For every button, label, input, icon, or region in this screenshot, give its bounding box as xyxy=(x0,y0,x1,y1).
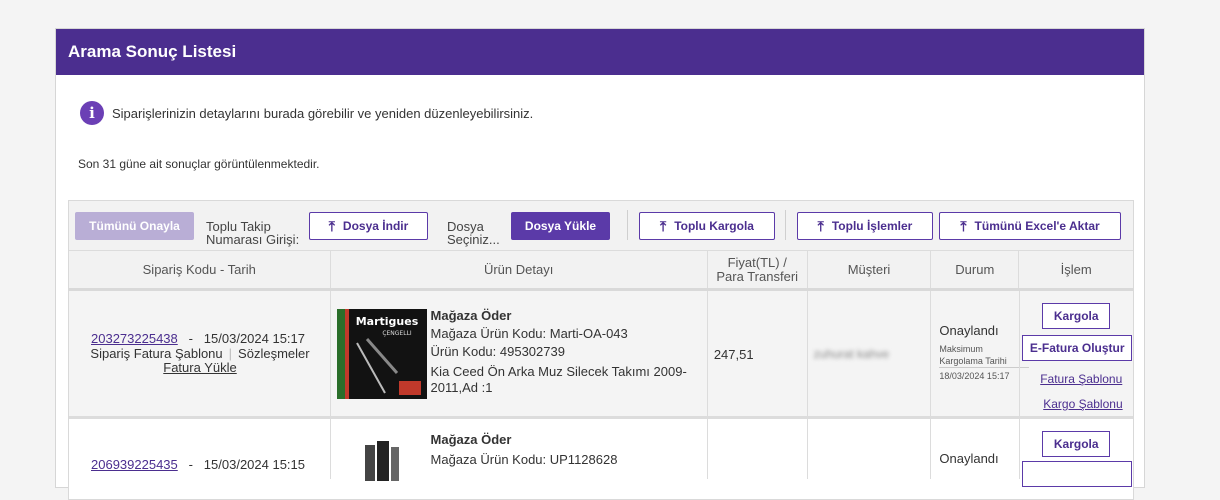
column-action: İşlem xyxy=(1060,261,1092,277)
orders-table: Tümünü Onayla Toplu Takip Numarası Giriş… xyxy=(68,200,1134,500)
search-results-panel: Arama Sonuç Listesi i Siparişlerinizin d… xyxy=(55,28,1145,500)
upload-arrow-icon: ⤒ xyxy=(660,217,667,234)
max-cargo-label-line1: Maksimum xyxy=(939,344,983,354)
product-cell: Martigues ÇENGELLI Mağaza Öder Mağaza Ür… xyxy=(331,291,708,416)
upload-invoice-link[interactable]: Fatura Yükle xyxy=(163,360,236,375)
file-select-line2: Seçiniz... xyxy=(447,232,500,247)
download-file-button[interactable]: ⤒ Dosya İndir xyxy=(309,212,428,240)
action-cell: Kargola xyxy=(1019,419,1133,487)
product-name-line1: Kia Ceed Ön Arka Muz Silecek Takımı 2009… xyxy=(430,364,687,379)
upload-invoice-wrap: Fatura Yükle xyxy=(69,361,331,375)
download-file-label: Dosya İndir xyxy=(342,219,409,233)
price-cell xyxy=(708,419,808,479)
info-text: Siparişlerinizin detaylarını burada göre… xyxy=(112,105,534,121)
product-bottle-icon xyxy=(350,437,411,481)
column-product: Ürün Detayı xyxy=(331,251,708,288)
invoice-template-link[interactable]: Sipariş Fatura Şablonu xyxy=(90,346,222,361)
date-range-note: Son 31 güne ait sonuçlar görüntülenmekte… xyxy=(78,157,320,171)
status-cell: Onaylandı Maksimum Kargolama Tarihi 18/0… xyxy=(931,291,1030,416)
separator: - xyxy=(181,331,201,346)
divider: | xyxy=(228,346,233,361)
max-cargo-date: 18/03/2024 15:17 xyxy=(939,371,1010,381)
order-cell: 203273225438 - 15/03/2024 15:17 Sipariş … xyxy=(69,291,331,416)
cargo-template-link[interactable]: Kargo Şablonu xyxy=(1043,397,1122,411)
separator: - xyxy=(181,457,201,472)
order-code-date: 203273225438 - 15/03/2024 15:17 xyxy=(91,331,305,346)
toolbar-divider xyxy=(627,210,628,240)
e-invoice-button[interactable] xyxy=(1022,461,1133,487)
product-details: Mağaza Öder Mağaza Ürün Kodu: Marti-OA-0… xyxy=(431,307,687,395)
store-product-code: Mağaza Ürün Kodu: Marti-OA-043 xyxy=(430,326,628,341)
product-code: Ürün Kodu: 495302739 xyxy=(430,344,565,359)
info-message: i Siparişlerinizin detaylarını burada gö… xyxy=(80,101,533,125)
order-date: 15/03/2024 15:15 xyxy=(203,457,306,472)
table-row: 203273225438 - 15/03/2024 15:17 Sipariş … xyxy=(69,291,1133,419)
column-customer: Müşteri xyxy=(808,251,932,288)
file-select-label[interactable]: Dosya Seçiniz... xyxy=(447,220,500,246)
action-cell: Kargola E-Fatura Oluştur Fatura Şablonu … xyxy=(1019,291,1133,416)
cargo-button[interactable]: Kargola xyxy=(1042,431,1111,457)
price-value: 247,51 xyxy=(713,347,754,362)
upload-arrow-icon: ⤒ xyxy=(817,217,824,234)
bulk-tracking-label-line2: Numarası Girişi: xyxy=(206,232,300,247)
table-toolbar: Tümünü Onayla Toplu Takip Numarası Giriş… xyxy=(69,201,1133,251)
product-cell: Mağaza Öder Mağaza Ürün Kodu: UP1128628 xyxy=(331,419,708,481)
table-row: 206939225435 - 15/03/2024 15:15 Mağaza Ö… xyxy=(69,419,1133,487)
payer: Mağaza Öder xyxy=(430,308,512,323)
info-icon: i xyxy=(80,101,104,125)
thumb-brand: Martigues xyxy=(355,315,418,328)
order-code-link[interactable]: 203273225438 xyxy=(91,331,178,346)
bulk-cargo-button[interactable]: ⤒ Toplu Kargola xyxy=(639,212,775,240)
column-price: Fiyat(TL) / Para Transferi xyxy=(708,251,808,288)
price-cell: 247,51 xyxy=(708,291,808,416)
e-invoice-button[interactable]: E-Fatura Oluştur xyxy=(1022,335,1133,361)
customer-name: zuhurat kahve xyxy=(813,347,890,361)
wiper-product-icon: Martigues ÇENGELLI xyxy=(336,309,427,399)
bulk-actions-label: Toplu İşlemler xyxy=(831,219,913,233)
status-cell: Onaylandı xyxy=(931,419,1019,479)
status-text: Onaylandı xyxy=(939,323,999,338)
product-image: Martigues ÇENGELLI xyxy=(336,309,427,399)
order-code-date: 206939225435 - 15/03/2024 15:15 xyxy=(91,457,305,472)
order-code-link[interactable]: 206939225435 xyxy=(91,457,178,472)
approve-all-button[interactable]: Tümünü Onayla xyxy=(75,212,194,240)
status-text: Onaylandı xyxy=(939,451,999,466)
upload-file-button[interactable]: Dosya Yükle xyxy=(511,212,610,240)
max-cargo-label-line2: Kargolama Tarihi xyxy=(939,355,1030,368)
contracts-link[interactable]: Sözleşmeler xyxy=(238,346,310,361)
bulk-cargo-label: Toplu Kargola xyxy=(674,219,754,233)
customer-cell: zuhurat kahve xyxy=(808,291,932,416)
thumb-sub: ÇENGELLI xyxy=(382,330,412,337)
order-date: 15/03/2024 15:17 xyxy=(203,331,306,346)
toolbar-divider xyxy=(785,210,786,240)
product-details: Mağaza Öder Mağaza Ürün Kodu: UP1128628 xyxy=(431,431,618,469)
export-excel-button[interactable]: ⤒ Tümünü Excel'e Aktar xyxy=(939,212,1121,240)
max-cargo-label: Maksimum Kargolama Tarihi 18/03/2024 15:… xyxy=(939,343,1030,382)
customer-cell xyxy=(808,419,932,479)
export-excel-label: Tümünü Excel'e Aktar xyxy=(974,219,1100,233)
column-status: Durum xyxy=(931,251,1020,288)
bulk-actions-button[interactable]: ⤒ Toplu İşlemler xyxy=(797,212,933,240)
store-product-code: Mağaza Ürün Kodu: UP1128628 xyxy=(430,452,618,467)
product-name-line2: 2011,Ad :1 xyxy=(430,380,493,395)
payer: Mağaza Öder xyxy=(430,432,512,447)
cargo-button[interactable]: Kargola xyxy=(1042,303,1111,329)
upload-arrow-icon: ⤒ xyxy=(960,217,967,234)
product-image xyxy=(350,437,411,481)
column-order: Sipariş Kodu - Tarih xyxy=(69,251,331,288)
panel-title: Arama Sonuç Listesi xyxy=(56,29,1144,75)
column-price-line2: Para Transferi xyxy=(716,268,799,284)
upload-arrow-icon: ⤒ xyxy=(328,217,335,234)
order-cell: 206939225435 - 15/03/2024 15:15 xyxy=(69,419,331,479)
column-price-line1: Fiyat(TL) / xyxy=(727,254,787,270)
bulk-tracking-label: Toplu Takip Numarası Girişi: xyxy=(206,220,299,246)
table-header: Sipariş Kodu - Tarih Ürün Detayı Fiyat(T… xyxy=(69,251,1133,291)
invoice-template-link[interactable]: Fatura Şablonu xyxy=(1040,372,1122,386)
order-sub-links: Sipariş Fatura Şablonu | Sözleşmeler xyxy=(69,347,331,361)
